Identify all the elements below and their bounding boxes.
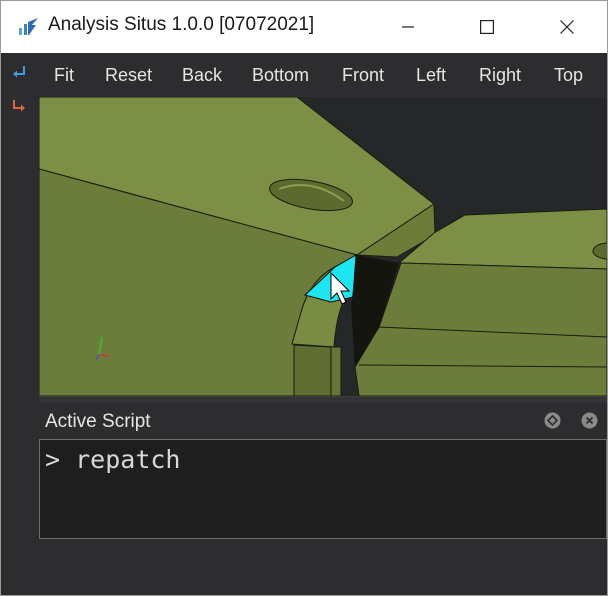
script-console[interactable]: > repatch [39,439,607,539]
front-button[interactable]: Front [342,53,384,97]
close-icon[interactable] [581,412,598,429]
console-prompt: > [45,445,76,474]
minimize-icon [402,26,414,28]
console-command: repatch [75,445,181,474]
dock-title-bar[interactable]: Active Script [39,403,607,439]
3d-viewport[interactable] [39,97,607,396]
close-icon [560,20,574,34]
bottom-button[interactable]: Bottom [252,53,309,97]
maximize-icon [480,20,494,34]
undo-icon[interactable] [11,63,28,80]
console-line: > repatch [45,445,180,474]
maximize-button[interactable] [464,1,510,53]
app-logo-icon [19,18,38,35]
reset-button[interactable]: Reset [105,53,152,97]
redo-icon[interactable] [11,97,28,114]
dock-title: Active Script [45,411,151,432]
float-icon[interactable] [544,412,561,429]
right-button[interactable]: Right [479,53,521,97]
left-tool-strip [1,53,38,595]
left-button[interactable]: Left [416,53,446,97]
title-bar[interactable]: Analysis Situs 1.0.0 [07072021] [1,1,607,53]
dock-splitter[interactable] [39,396,607,403]
minimize-button[interactable] [385,1,431,53]
back-button[interactable]: Back [182,53,222,97]
fit-button[interactable]: Fit [54,53,74,97]
window-title: Analysis Situs 1.0.0 [07072021] [48,14,315,35]
app-window: Analysis Situs 1.0.0 [07072021] Fit Rese… [0,0,608,596]
close-button[interactable] [544,1,590,53]
cad-model-render [39,97,607,396]
top-button[interactable]: Top [554,53,583,97]
view-toolbar: Fit Reset Back Bottom Front Left Right T… [38,53,607,97]
